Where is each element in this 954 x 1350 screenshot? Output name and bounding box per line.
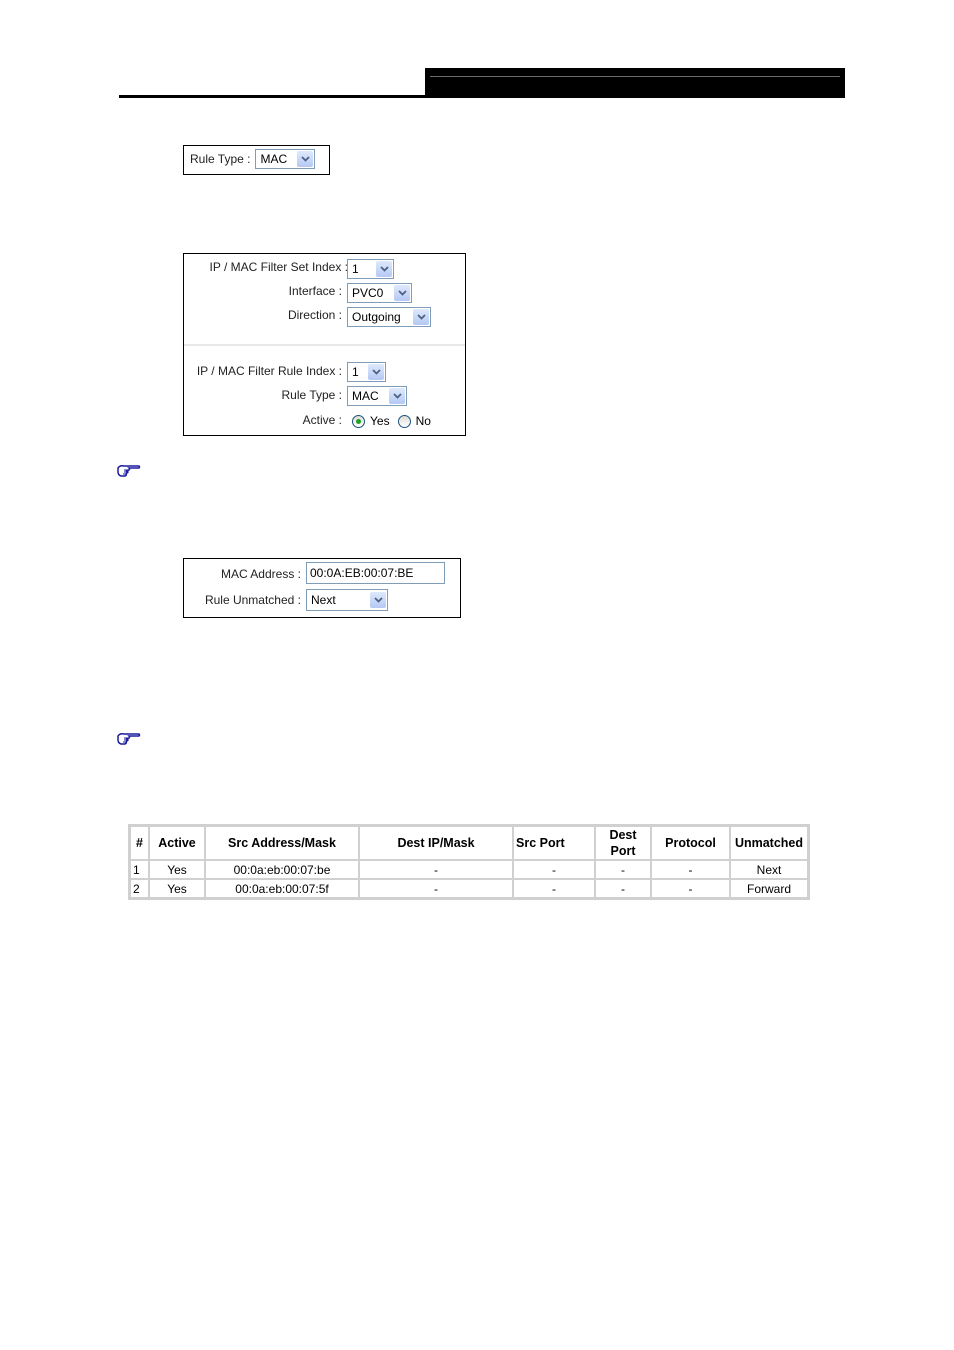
mac-address-input[interactable]: 00:0A:EB:00:07:BE (306, 562, 445, 584)
direction-select[interactable]: Outgoing (347, 307, 431, 327)
col-src-port: Src Port (513, 826, 595, 860)
mac-address-panel: MAC Address : 00:0A:EB:00:07:BE Rule Unm… (183, 558, 461, 618)
set-index-label: IP / MAC Filter Set Index : (209, 260, 349, 274)
rule-index-select[interactable]: 1 (347, 362, 386, 382)
rule-unmatched-value: Next (311, 593, 336, 607)
cell-unmatched: Forward (730, 879, 808, 898)
cell-dest-ip: - (359, 860, 513, 879)
table-row: 2 Yes 00:0a:eb:00:07:5f - - - - Forward (130, 879, 808, 898)
active-no-label: No (415, 414, 431, 428)
col-src-address: Src Address/Mask (205, 826, 359, 860)
direction-label: Direction : (287, 308, 342, 322)
active-yes-label: Yes (370, 414, 390, 428)
cell-dest-port: - (595, 860, 651, 879)
filter-rule-type-label: Rule Type : (281, 388, 342, 402)
rule-type-label: Rule Type : (190, 152, 251, 166)
header-rule-line (119, 95, 425, 98)
active-no-radio[interactable] (397, 414, 411, 428)
active-yes-radio[interactable] (352, 414, 365, 428)
chevron-down-icon[interactable] (413, 309, 429, 325)
cell-src-port: - (513, 860, 595, 879)
cell-protocol: - (651, 879, 730, 898)
col-number: # (130, 826, 149, 860)
cell-active: Yes (149, 860, 205, 879)
table-row: 1 Yes 00:0a:eb:00:07:be - - - - Next (130, 860, 808, 879)
section-divider (184, 344, 465, 346)
header-black-bar (425, 68, 845, 98)
col-dest-port-label: Dest Port (609, 828, 637, 858)
table-header-row: # Active Src Address/Mask Dest IP/Mask S… (130, 826, 808, 860)
filter-rule-type-value: MAC (352, 389, 379, 403)
cell-src-address: 00:0a:eb:00:07:be (205, 860, 359, 879)
col-unmatched: Unmatched (730, 826, 808, 860)
cell-number: 2 (130, 879, 149, 898)
interface-label: Interface : (288, 284, 342, 298)
rule-index-label: IP / MAC Filter Rule Index : (196, 364, 342, 378)
col-protocol: Protocol (651, 826, 730, 860)
cell-unmatched: Next (730, 860, 808, 879)
filter-rule-type-select[interactable]: MAC (347, 386, 407, 406)
cell-protocol: - (651, 860, 730, 879)
cell-number: 1 (130, 860, 149, 879)
radio-selected-dot (356, 418, 361, 424)
chevron-down-icon[interactable] (297, 151, 314, 167)
mac-address-value: 00:0A:EB:00:07:BE (310, 566, 414, 580)
pointing-hand-icon (117, 733, 141, 745)
mac-address-label: MAC Address : (220, 567, 301, 581)
chevron-down-icon[interactable] (370, 592, 386, 608)
rule-index-value: 1 (352, 365, 359, 379)
active-label: Active : (302, 413, 342, 427)
set-index-select[interactable]: 1 (347, 259, 394, 279)
cell-src-port: - (513, 879, 595, 898)
chevron-down-icon[interactable] (368, 364, 384, 380)
col-active: Active (149, 826, 205, 860)
rule-type-select[interactable]: MAC (255, 149, 316, 169)
cell-active: Yes (149, 879, 205, 898)
cell-dest-port: - (595, 879, 651, 898)
set-index-value: 1 (352, 262, 359, 276)
cell-dest-ip: - (359, 879, 513, 898)
chevron-down-icon[interactable] (376, 261, 392, 277)
rule-type-value: MAC (260, 152, 288, 166)
pointing-hand-icon (117, 465, 141, 477)
direction-value: Outgoing (352, 310, 401, 324)
header-bar-inner-line (430, 76, 840, 77)
rule-unmatched-label: Rule Unmatched : (204, 593, 301, 607)
interface-value: PVC0 (352, 286, 384, 300)
cell-src-address: 00:0a:eb:00:07:5f (205, 879, 359, 898)
ip-mac-filter-panel: IP / MAC Filter Set Index : 1 Interface … (183, 253, 466, 436)
col-dest-port: Dest Port (595, 826, 651, 860)
filter-rules-table: # Active Src Address/Mask Dest IP/Mask S… (128, 824, 810, 900)
interface-select[interactable]: PVC0 (347, 283, 412, 303)
col-dest-ip: Dest IP/Mask (359, 826, 513, 860)
rule-unmatched-select[interactable]: Next (306, 589, 388, 611)
chevron-down-icon[interactable] (389, 388, 405, 404)
rule-type-panel: Rule Type : MAC (183, 145, 330, 175)
chevron-down-icon[interactable] (394, 285, 410, 301)
